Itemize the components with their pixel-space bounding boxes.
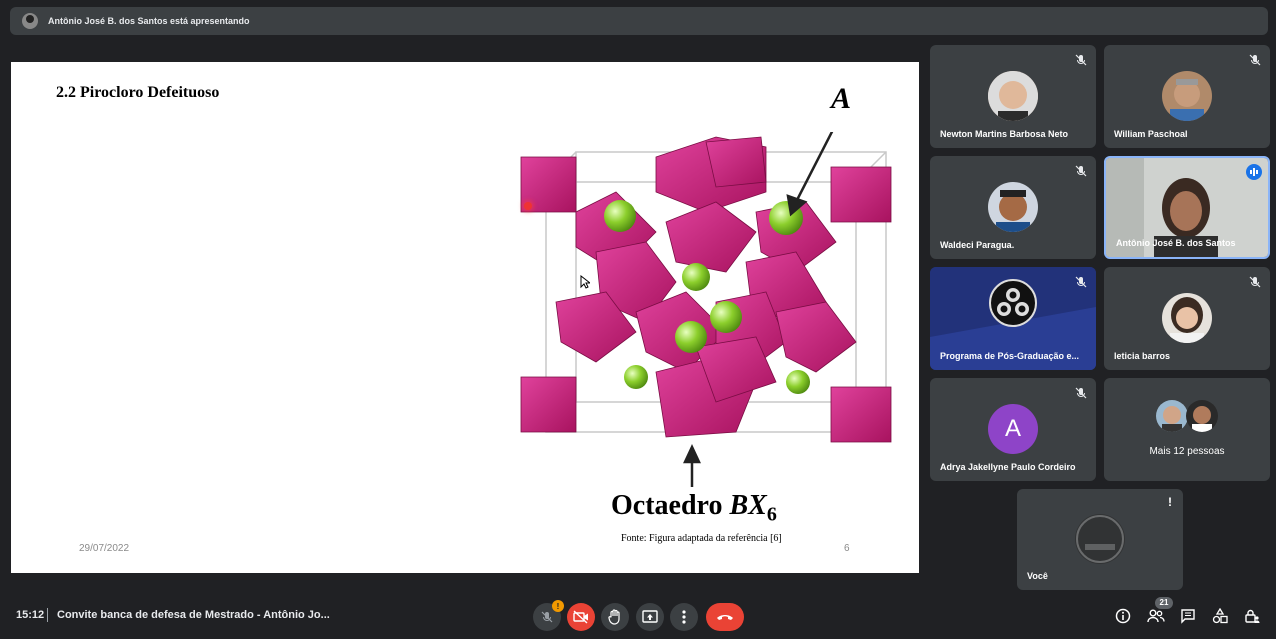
slide-date: 29/07/2022 bbox=[79, 543, 130, 554]
slide-title: 2.2 Pirocloro Defeituoso bbox=[56, 84, 220, 101]
hang-up-icon bbox=[717, 615, 733, 620]
alert-icon: ! bbox=[1168, 495, 1172, 509]
present-screen-button[interactable] bbox=[636, 603, 664, 631]
mic-warning-badge: ! bbox=[552, 600, 564, 612]
participant-name: Newton Martins Barbosa Neto bbox=[940, 129, 1069, 139]
pyrochlore-crystal-figure bbox=[520, 132, 892, 487]
participant-name: William Paschoal bbox=[1114, 129, 1188, 139]
presenter-avatar bbox=[22, 13, 38, 29]
people-count-badge: 21 bbox=[1155, 597, 1173, 609]
bx-text: BX bbox=[729, 490, 767, 521]
participant-avatar bbox=[1162, 71, 1212, 121]
meeting-clock: 15:12 bbox=[16, 609, 45, 621]
more-people-tile[interactable]: Mais 12 pessoas bbox=[1104, 378, 1270, 481]
raise-hand-button[interactable] bbox=[601, 603, 629, 631]
mouse-cursor-icon bbox=[580, 275, 590, 289]
participant-tile[interactable]: A Adrya Jakellyne Paulo Cordeiro bbox=[930, 378, 1096, 481]
participant-name: Antônio José B. dos Santos bbox=[1116, 238, 1236, 248]
octaedro-text: Octaedro bbox=[611, 490, 730, 521]
meeting-title: Convite banca de defesa de Mestrado - An… bbox=[57, 609, 330, 621]
camera-toggle-button[interactable] bbox=[567, 603, 595, 631]
mic-off-icon bbox=[1249, 276, 1261, 288]
participant-avatar bbox=[988, 71, 1038, 121]
label-a: A bbox=[831, 82, 852, 115]
info-icon bbox=[1115, 608, 1131, 624]
participant-name: Waldeci Paragua. bbox=[940, 240, 1015, 250]
control-bar: 15:12 Convite banca de defesa de Mestrad… bbox=[0, 595, 1276, 639]
people-button[interactable]: 21 bbox=[1147, 597, 1173, 625]
leave-call-button[interactable] bbox=[706, 603, 744, 631]
lock-person-icon bbox=[1245, 609, 1260, 623]
participant-tile[interactable]: William Paschoal bbox=[1104, 45, 1270, 148]
participant-tile-video[interactable]: Antônio José B. dos Santos bbox=[1104, 156, 1270, 259]
shapes-icon bbox=[1212, 608, 1228, 624]
presenting-text: Antônio José B. dos Santos está apresent… bbox=[48, 16, 250, 26]
present-icon bbox=[642, 610, 658, 623]
divider bbox=[47, 608, 48, 622]
chat-icon bbox=[1181, 609, 1195, 624]
hand-icon bbox=[608, 609, 620, 625]
participant-tile[interactable]: Newton Martins Barbosa Neto bbox=[930, 45, 1096, 148]
slide-page-number: 6 bbox=[844, 543, 850, 554]
participant-avatar bbox=[988, 182, 1038, 232]
participant-name: Programa de Pós-Graduação e... bbox=[940, 351, 1080, 361]
participant-avatar bbox=[1186, 400, 1218, 432]
bx-subscript: 6 bbox=[766, 503, 777, 526]
people-icon bbox=[1147, 609, 1165, 623]
obs-logo-icon bbox=[989, 279, 1037, 327]
more-people-label: Mais 12 pessoas bbox=[1149, 446, 1225, 457]
mic-off-icon bbox=[1075, 54, 1087, 66]
participant-name: leticia barros bbox=[1114, 351, 1171, 361]
participant-avatar bbox=[1156, 400, 1188, 432]
mic-off-icon bbox=[1249, 54, 1261, 66]
mic-toggle-button[interactable]: ! bbox=[533, 600, 564, 631]
camera-off-icon bbox=[573, 610, 588, 624]
speaking-indicator-icon bbox=[1246, 164, 1262, 180]
mic-off-icon bbox=[1075, 165, 1087, 177]
laser-pointer bbox=[524, 202, 532, 210]
self-tile[interactable]: ! Você bbox=[1017, 489, 1183, 590]
host-controls-button[interactable] bbox=[1243, 607, 1261, 625]
participant-tile[interactable]: Programa de Pós-Graduação e... bbox=[930, 267, 1096, 370]
participant-name: Adrya Jakellyne Paulo Cordeiro bbox=[940, 462, 1076, 472]
octaedro-label: Octaedro BX6 bbox=[611, 490, 777, 527]
presentation-slide: 2.2 Pirocloro Defeituoso A Octaedro BX6 … bbox=[11, 62, 919, 573]
more-vert-icon bbox=[682, 610, 686, 624]
participant-tile[interactable]: Waldeci Paragua. bbox=[930, 156, 1096, 259]
participant-avatar bbox=[1162, 293, 1212, 343]
mic-off-icon bbox=[541, 611, 553, 623]
figure-caption: Fonte: Figura adaptada da referência [6] bbox=[621, 533, 782, 544]
mic-off-icon bbox=[1075, 387, 1087, 399]
meeting-details-button[interactable] bbox=[1114, 607, 1132, 625]
presenting-banner: Antônio José B. dos Santos está apresent… bbox=[10, 7, 1268, 35]
participant-tile[interactable]: leticia barros bbox=[1104, 267, 1270, 370]
self-avatar bbox=[1075, 514, 1125, 564]
more-options-button[interactable] bbox=[670, 603, 698, 631]
mic-off-icon bbox=[1075, 276, 1087, 288]
activities-button[interactable] bbox=[1211, 607, 1229, 625]
chat-button[interactable] bbox=[1179, 607, 1197, 625]
participant-initial-avatar: A bbox=[988, 404, 1038, 454]
participant-name: Você bbox=[1027, 571, 1048, 581]
